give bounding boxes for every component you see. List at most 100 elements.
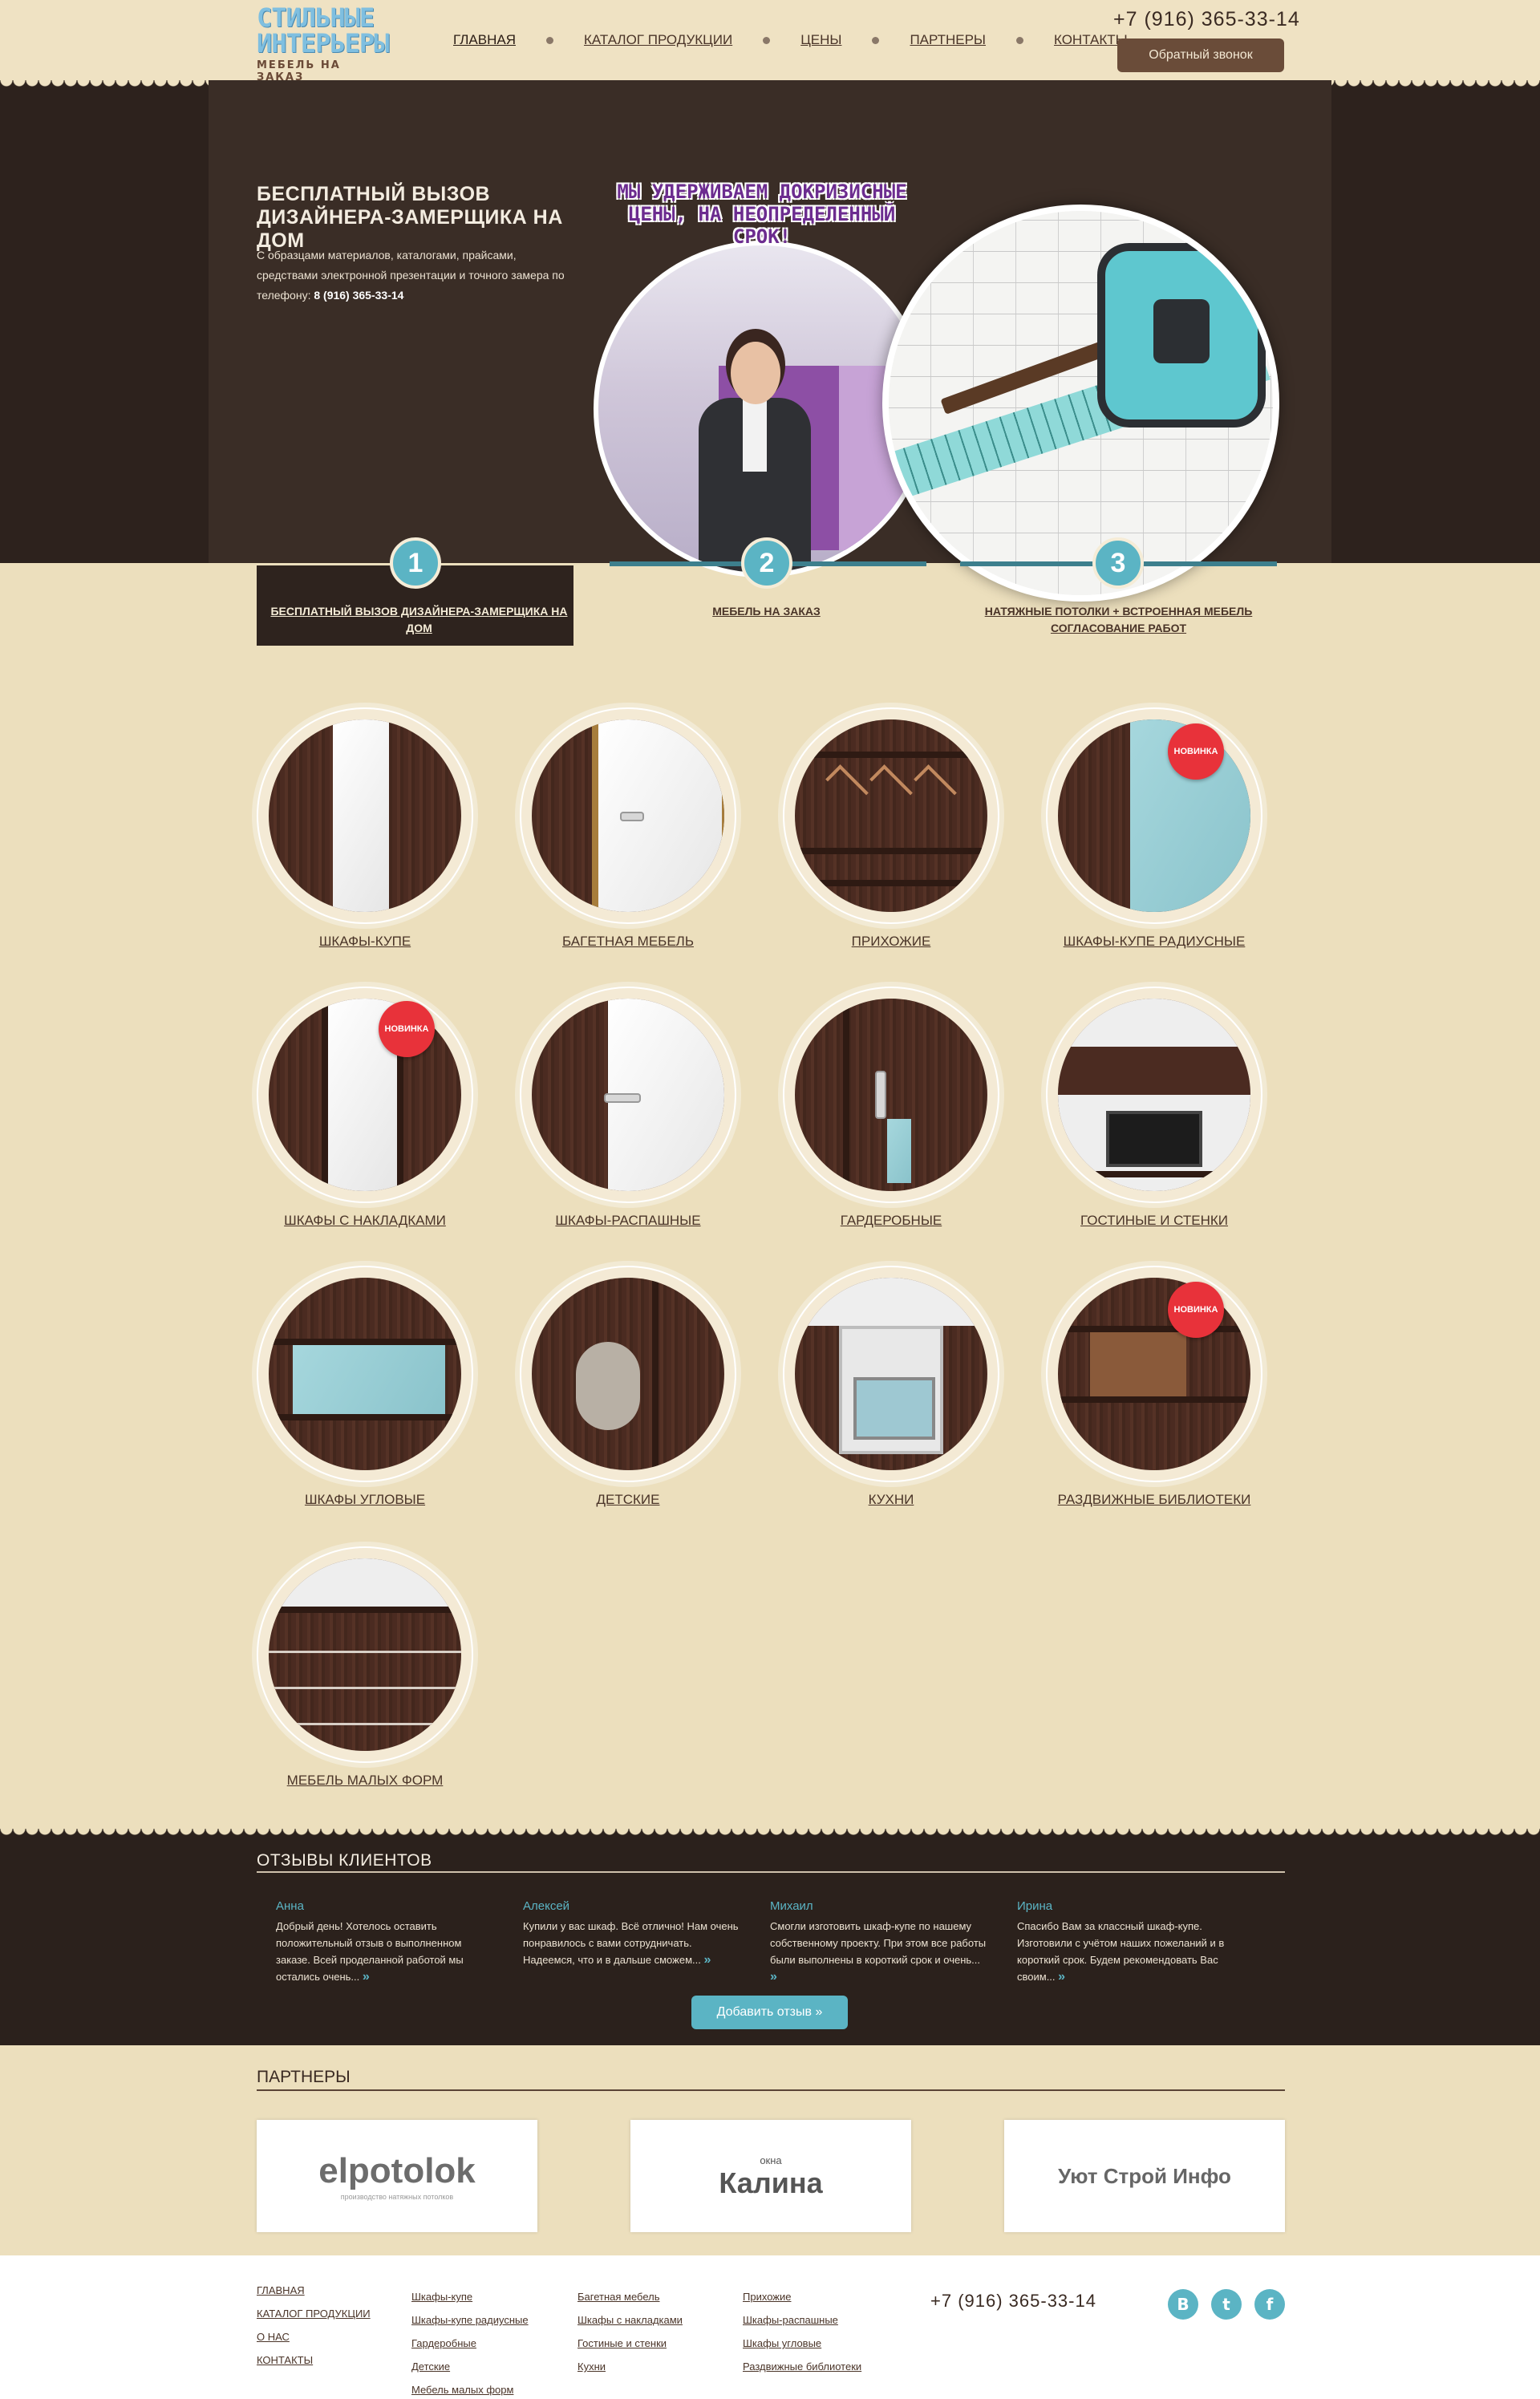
- catalog-label[interactable]: ДЕТСКИЕ: [488, 1492, 768, 1508]
- catalog-label[interactable]: ГОСТИНЫЕ И СТЕНКИ: [1014, 1213, 1295, 1229]
- main-nav: ГЛАВНАЯ КАТАЛОГ ПРОДУКЦИИ ЦЕНЫ ПАРТНЕРЫ …: [453, 32, 1128, 48]
- living-room-image: [1058, 999, 1250, 1191]
- partner-name: Калина: [719, 2166, 823, 2199]
- divider: [257, 1871, 1285, 1873]
- stove-icon: [839, 1326, 943, 1454]
- review-author: Алексей: [523, 1899, 570, 1913]
- header-phone[interactable]: +7 (916) 365-33-14: [1113, 8, 1300, 31]
- footer-link[interactable]: Гостиные и стенки: [578, 2337, 683, 2349]
- catalog-label[interactable]: МЕБЕЛЬ МАЛЫХ ФОРМ: [225, 1773, 505, 1789]
- dressing-room-image: [795, 999, 987, 1191]
- catalog-label[interactable]: РАЗДВИЖНЫЕ БИБЛИОТЕКИ: [1014, 1492, 1295, 1508]
- footer-link[interactable]: Багетная мебель: [578, 2291, 683, 2303]
- hero-consultant-image: [594, 241, 930, 577]
- review-item: Алексей Купили у вас шкаф. Всё отлично! …: [523, 1899, 740, 1968]
- catalog-label[interactable]: ГАРДЕРОБНЫЕ: [751, 1213, 1031, 1229]
- catalog-label[interactable]: ШКАФЫ УГЛОВЫЕ: [225, 1492, 505, 1508]
- catalog-label[interactable]: ПРИХОЖИЕ: [751, 934, 1031, 950]
- footer-link[interactable]: ГЛАВНАЯ: [257, 2284, 371, 2296]
- catalog-label[interactable]: КУХНИ: [751, 1492, 1031, 1508]
- hero-tape-measure-image: [882, 205, 1279, 602]
- footer-link[interactable]: Кухни: [578, 2361, 683, 2373]
- footer-link[interactable]: КАТАЛОГ ПРОДУКЦИИ: [257, 2308, 371, 2320]
- partner-name: Уют Строй Инфо: [1058, 2163, 1231, 2188]
- footer-link[interactable]: Раздвижные библиотеки: [743, 2361, 861, 2373]
- site-footer: ГЛАВНАЯ КАТАЛОГ ПРОДУКЦИИ О НАС КОНТАКТЫ…: [0, 2255, 1540, 2399]
- footer-link[interactable]: КОНТАКТЫ: [257, 2354, 371, 2366]
- hook-icon: [875, 1071, 886, 1119]
- nav-catalog[interactable]: КАТАЛОГ ПРОДУКЦИИ: [584, 32, 732, 48]
- catalog-label[interactable]: ШКАФЫ С НАКЛАДКАМИ: [225, 1213, 505, 1229]
- divider: [257, 2089, 1285, 2091]
- footer-link[interactable]: О НАС: [257, 2331, 371, 2343]
- hanger-icon: [869, 764, 913, 808]
- read-more-link[interactable]: »: [363, 1970, 370, 1984]
- partner-logo-elpotolok[interactable]: elpotolok производство натяжных потолков: [257, 2120, 537, 2232]
- step-3-link[interactable]: НАТЯЖНЫЕ ПОТОЛКИ + ВСТРОЕННАЯ МЕБЕЛЬ СОГ…: [960, 603, 1277, 637]
- catalog-label[interactable]: ШКАФЫ-РАСПАШНЫЕ: [488, 1213, 768, 1229]
- footer-link[interactable]: Шкафы-купе: [411, 2291, 529, 2303]
- nav-home[interactable]: ГЛАВНАЯ: [453, 32, 516, 48]
- footer-link[interactable]: Шкафы-купе радиусные: [411, 2314, 529, 2326]
- review-author: Михаил: [770, 1899, 813, 1913]
- baguette-furniture-image: [532, 719, 724, 912]
- logo-line-1: СТИЛЬНЫЕ: [257, 2, 375, 33]
- footer-menu-catalog-2: Багетная мебель Шкафы с накладками Гости…: [578, 2291, 683, 2384]
- nav-partners[interactable]: ПАРТНЕРЫ: [910, 32, 986, 48]
- footer-link[interactable]: Шкафы-распашные: [743, 2314, 861, 2326]
- read-more-link[interactable]: »: [1058, 1970, 1065, 1984]
- review-item: Анна Добрый день! Хотелось оставить поло…: [276, 1899, 492, 1985]
- partner-tagline: производство натяжных потолков: [340, 2193, 454, 2201]
- review-item: Михаил Смогли изготовить шкаф-купе по на…: [770, 1899, 987, 1985]
- partner-logo-kalina[interactable]: окна Калина: [630, 2120, 911, 2232]
- nav-separator: [872, 36, 880, 44]
- hero-text: С образцами материалов, каталогами, прай…: [257, 245, 578, 306]
- hero-text-body: С образцами материалов, каталогами, прай…: [257, 249, 565, 302]
- partner-name: elpotolok: [318, 2151, 476, 2190]
- new-badge: НОВИНКА: [379, 1001, 435, 1057]
- catalog-label[interactable]: ШКАФЫ-КУПЕ РАДИУСНЫЕ: [1014, 934, 1295, 950]
- footer-link[interactable]: Мебель малых форм: [411, 2384, 529, 2396]
- partner-logo-uyut[interactable]: Уют Строй Инфо: [1004, 2120, 1285, 2232]
- review-item: Ирина Спасибо Вам за классный шкаф-купе.…: [1017, 1899, 1234, 1985]
- hanger-icon: [825, 764, 869, 808]
- new-badge: НОВИНКА: [1168, 1282, 1224, 1338]
- add-review-button[interactable]: Добавить отзыв »: [691, 1996, 848, 2029]
- review-author: Анна: [276, 1899, 304, 1913]
- footer-link[interactable]: Детские: [411, 2361, 529, 2373]
- nav-separator: [1015, 36, 1023, 44]
- tv-icon: [1106, 1111, 1202, 1167]
- hero-banner: [0, 80, 1540, 602]
- hero-title: БЕСПЛАТНЫЙ ВЫЗОВ ДИЗАЙНЕРА-ЗАМЕРЩИКА НА …: [257, 183, 563, 252]
- twitter-icon[interactable]: t: [1211, 2289, 1242, 2320]
- handle-icon: [620, 812, 644, 821]
- hanger-icon: [914, 764, 957, 808]
- catalog-label[interactable]: БАГЕТНАЯ МЕБЕЛЬ: [488, 934, 768, 950]
- footer-menu-catalog-1: Шкафы-купе Шкафы-купе радиусные Гардероб…: [411, 2291, 529, 2399]
- step-3-number: 3: [1092, 537, 1144, 589]
- hero-promo: МЫ УДЕРЖИВАЕМ ДОКРИЗИСНЫЕ ЦЕНЫ, НА НЕОПР…: [617, 180, 907, 248]
- step-2-number: 2: [741, 537, 792, 589]
- read-more-link[interactable]: »: [703, 1953, 711, 1967]
- kitchen-image: [795, 1278, 987, 1470]
- hallway-image: [795, 719, 987, 912]
- nav-contacts[interactable]: КОНТАКТЫ: [1054, 32, 1128, 48]
- footer-link[interactable]: Гардеробные: [411, 2337, 529, 2349]
- callback-button[interactable]: Обратный звонок: [1117, 38, 1284, 72]
- facebook-icon[interactable]: f: [1254, 2289, 1285, 2320]
- footer-link[interactable]: Прихожие: [743, 2291, 861, 2303]
- partner-tagline: окна: [760, 2154, 782, 2166]
- catalog-label[interactable]: ШКАФЫ-КУПЕ: [225, 934, 505, 950]
- footer-link[interactable]: Шкафы угловые: [743, 2337, 861, 2349]
- step-2-link[interactable]: МЕБЕЛЬ НА ЗАКАЗ: [608, 603, 925, 620]
- review-author: Ирина: [1017, 1899, 1053, 1913]
- read-more-link[interactable]: »: [770, 1970, 777, 1984]
- step-1-link[interactable]: БЕСПЛАТНЫЙ ВЫЗОВ ДИЗАЙНЕРА-ЗАМЕРЩИКА НА …: [261, 603, 578, 637]
- nav-separator: [763, 36, 771, 44]
- footer-phone[interactable]: +7 (916) 365-33-14: [930, 2291, 1096, 2312]
- vk-icon[interactable]: В: [1168, 2289, 1198, 2320]
- nav-prices[interactable]: ЦЕНЫ: [800, 32, 841, 48]
- site-logo[interactable]: СТИЛЬНЫЕ ИНТЕРЬЕРЫ МЕБЕЛЬ НА ЗАКАЗ: [257, 2, 389, 83]
- reviews-title: ОТЗЫВЫ КЛИЕНТОВ: [257, 1851, 432, 1870]
- footer-link[interactable]: Шкафы с накладками: [578, 2314, 683, 2326]
